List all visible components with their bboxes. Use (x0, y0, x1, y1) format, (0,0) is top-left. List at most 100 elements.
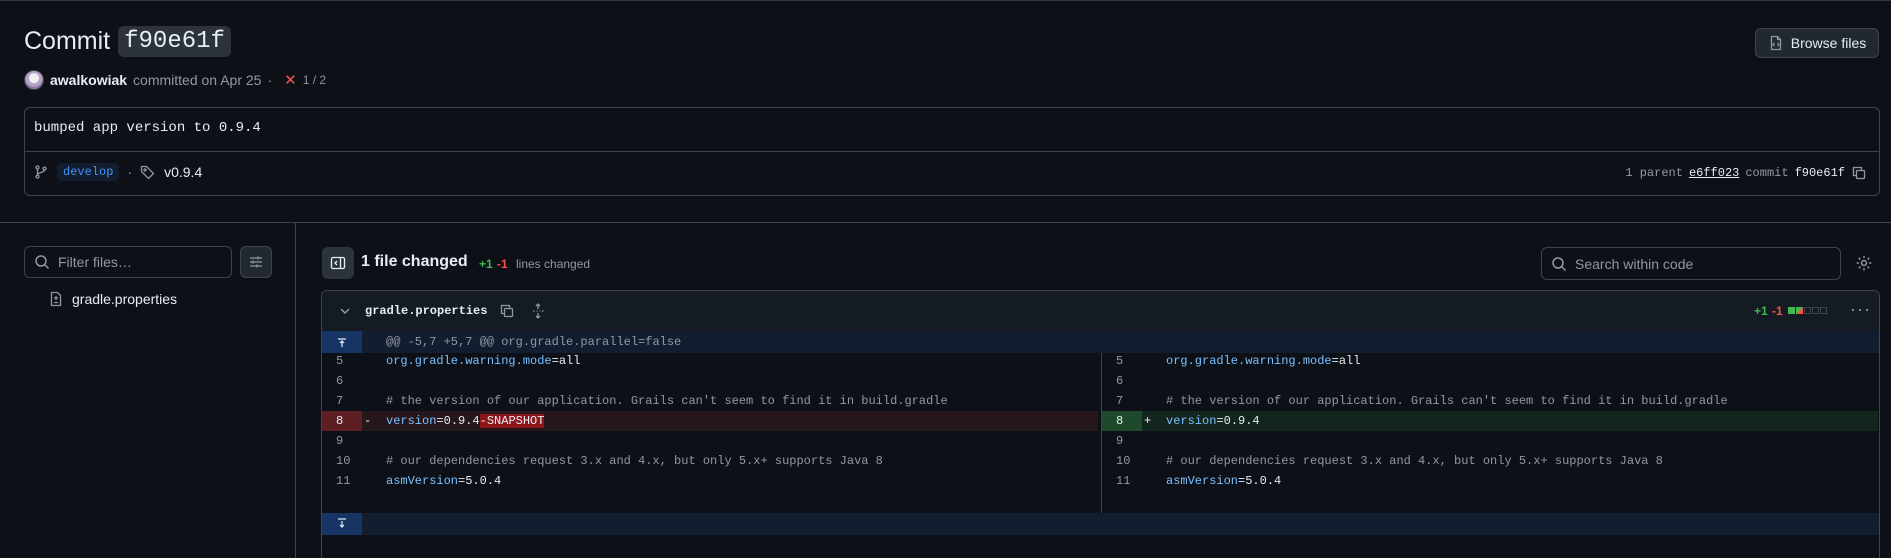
search-code-input[interactable]: Search within code (1541, 247, 1841, 280)
code-line: version=0.9.4 (1166, 411, 1260, 431)
line-number[interactable]: 7 (322, 391, 362, 411)
removed-text: -SNAPSHOT (479, 414, 545, 428)
parent-info: 1 parent e6ff023 commit f90e61f (1625, 165, 1867, 181)
branch-link[interactable]: develop (57, 163, 120, 181)
line-number[interactable]: 11 (322, 471, 362, 491)
diff-file-header: gradle.properties +1 -1 ··· (322, 291, 1879, 332)
code-line: org.gradle.warning.mode=all (386, 351, 580, 371)
search-code-placeholder: Search within code (1575, 255, 1694, 272)
search-icon (1551, 256, 1567, 272)
expand-all-icon[interactable] (530, 303, 546, 319)
diff-line: 9 (1102, 431, 1878, 451)
search-icon (34, 254, 50, 270)
line-number[interactable]: 11 (1102, 471, 1142, 491)
commit-label: commit (1745, 166, 1789, 180)
divider (25, 151, 1879, 152)
gear-icon[interactable] (1855, 254, 1873, 272)
hunk-header-text: @@ -5,7 +5,7 @@ org.gradle.parallel=fals… (386, 335, 682, 349)
code-line: # the version of our application. Grails… (1166, 391, 1728, 411)
code-key: asmVersion (386, 474, 459, 488)
ref-separator: · (127, 164, 133, 180)
code-key: org.gradle.warning.mode (1166, 354, 1332, 368)
line-number[interactable]: 8 (1102, 411, 1142, 431)
line-number[interactable]: 5 (1102, 351, 1142, 371)
kebab-menu-icon[interactable]: ··· (1850, 299, 1871, 320)
diff-line: 5 org.gradle.warning.mode=all (322, 351, 1098, 371)
parent-sha-link[interactable]: e6ff023 (1689, 166, 1739, 180)
expand-up-icon[interactable] (322, 331, 362, 353)
diff-line: 7 # the version of our application. Grail… (322, 391, 1098, 411)
filter-placeholder: Filter files… (58, 254, 132, 270)
code-value: all (1338, 354, 1361, 368)
line-number[interactable]: 10 (322, 451, 362, 471)
line-number[interactable]: 9 (1102, 431, 1142, 451)
line-number[interactable]: 6 (1102, 371, 1142, 391)
code-comment: # our dependencies request 3.x and 4.x, … (1166, 454, 1663, 468)
commit-meta: awalkowiak committed on Apr 25 · ✕ 1 / 2 (24, 70, 326, 90)
diff-line: 11 asmVersion=5.0.4 (322, 471, 1098, 491)
committed-date: committed on Apr 25 (133, 72, 262, 88)
line-number[interactable]: 7 (1102, 391, 1142, 411)
chevron-down-icon[interactable] (337, 303, 353, 319)
copy-icon[interactable] (499, 303, 515, 319)
browse-files-button[interactable]: Browse files (1755, 28, 1879, 58)
sidebar-divider (295, 223, 296, 558)
section-divider (0, 222, 1891, 223)
file-tree-item[interactable]: gradle.properties (48, 291, 177, 307)
file-code-icon (1768, 35, 1784, 51)
code-value: 0.9.4 (1223, 414, 1260, 428)
diff-file-name[interactable]: gradle.properties (365, 304, 487, 318)
author-link[interactable]: awalkowiak (50, 72, 127, 88)
code-line: # our dependencies request 3.x and 4.x, … (386, 451, 883, 471)
file-tree-label: gradle.properties (72, 291, 178, 307)
commit-message-box: bumped app version to 0.9.4 develop · v0… (24, 107, 1880, 196)
code-value: 0.9.4 (443, 414, 480, 428)
filter-files-input[interactable]: Filter files… (24, 246, 232, 278)
tag-link[interactable]: v0.9.4 (164, 164, 202, 180)
diff-line: 7 # the version of our application. Grail… (1102, 391, 1878, 411)
code-key: version (1166, 414, 1217, 428)
toggle-file-tree-button[interactable] (322, 247, 354, 279)
lines-changed-label: lines changed (516, 257, 591, 271)
line-number[interactable]: 10 (1102, 451, 1142, 471)
line-number[interactable]: 5 (322, 351, 362, 371)
sidebar-collapse-icon (330, 255, 346, 271)
line-number[interactable]: 6 (322, 371, 362, 391)
code-value: 5.0.4 (465, 474, 502, 488)
tag-icon (140, 164, 156, 180)
x-icon[interactable]: ✕ (284, 71, 297, 89)
avatar[interactable] (24, 70, 44, 90)
diff-line: 11 asmVersion=5.0.4 (1102, 471, 1878, 491)
top-border (0, 0, 1891, 1)
code-value: 5.0.4 (1245, 474, 1282, 488)
parent-label: 1 parent (1625, 166, 1683, 180)
expand-down-icon[interactable] (322, 513, 362, 535)
additions-count: +1 (479, 257, 493, 271)
commit-title-prefix: Commit (24, 27, 111, 55)
code-comment: # the version of our application. Grails… (386, 394, 948, 408)
code-line: asmVersion=5.0.4 (1166, 471, 1281, 491)
sliders-icon (248, 254, 264, 270)
git-branch-icon (33, 164, 49, 180)
code-key: org.gradle.warning.mode (386, 354, 552, 368)
code-line: asmVersion=5.0.4 (386, 471, 501, 491)
commit-sha-badge: f90e61f (118, 26, 231, 57)
commit-refs: develop · v0.9.4 (33, 163, 202, 181)
line-number[interactable]: 9 (322, 431, 362, 451)
line-number[interactable]: 8 (322, 411, 362, 431)
diff-line: 8 + version=0.9.4 (1102, 411, 1878, 431)
page-title: Commit f90e61f (24, 26, 231, 57)
diff-line: 6 (322, 371, 1098, 391)
checks-status[interactable]: 1 / 2 (303, 73, 326, 87)
code-line: org.gradle.warning.mode=all (1166, 351, 1360, 371)
diff-line: 6 (1102, 371, 1878, 391)
diff-line: 10 # our dependencies request 3.x and 4.x… (1102, 451, 1878, 471)
browse-files-label: Browse files (1790, 35, 1867, 51)
code-key: version (386, 414, 437, 428)
hunk-footer-row (322, 513, 1879, 535)
diff-marker: + (1144, 414, 1152, 428)
filter-options-button[interactable] (240, 246, 272, 278)
code-equals: = (436, 414, 444, 428)
diffstat-blocks (1788, 307, 1827, 314)
copy-icon[interactable] (1851, 165, 1867, 181)
